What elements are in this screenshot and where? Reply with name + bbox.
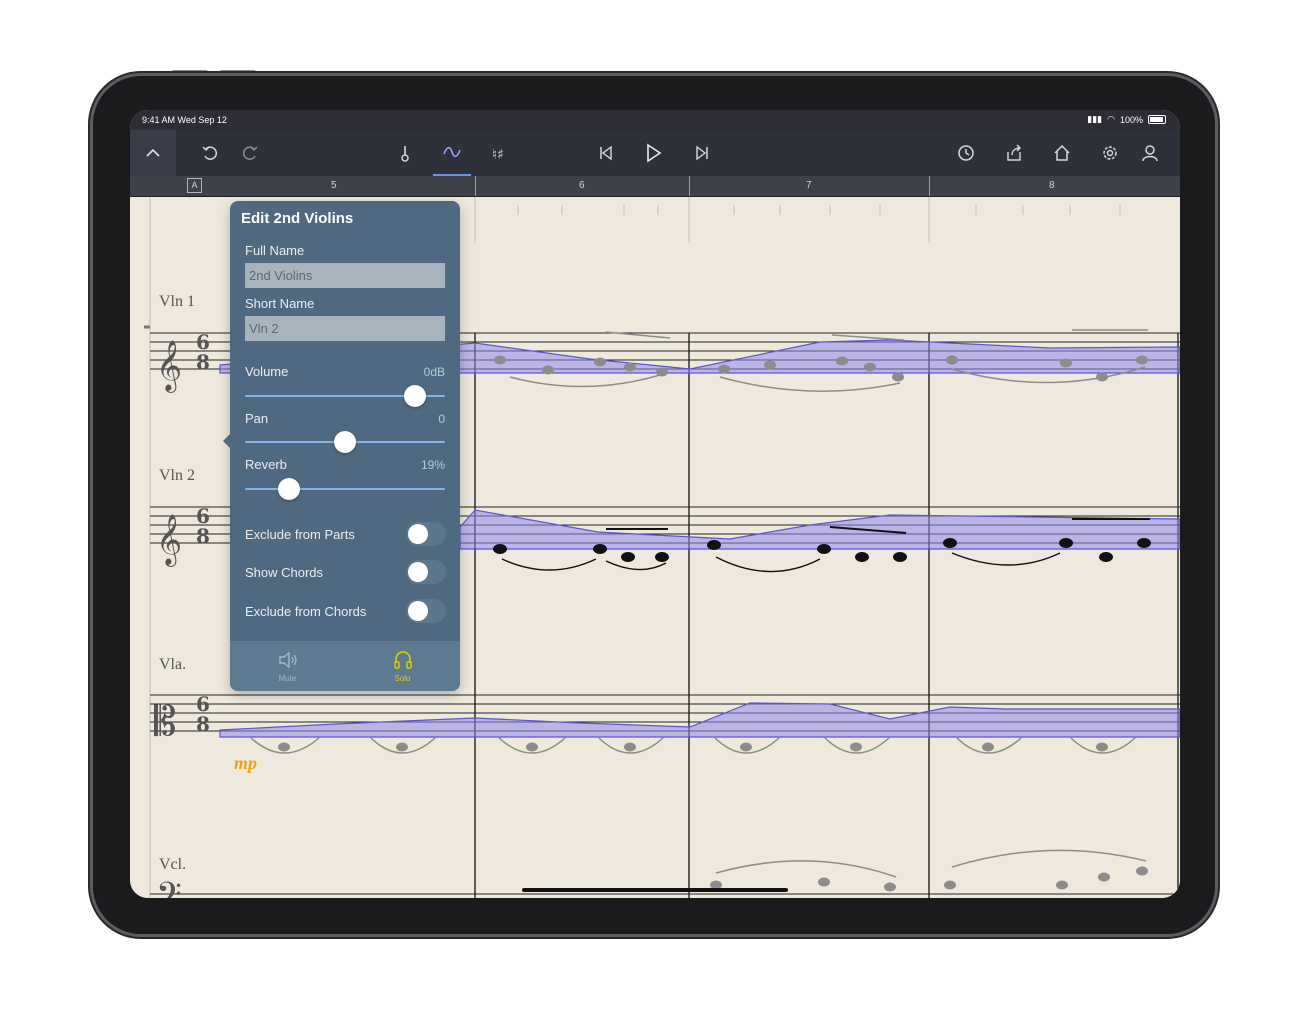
chevron-up-icon[interactable] [130, 130, 176, 176]
measure-number: 8 [1049, 180, 1055, 191]
volume-slider-thumb[interactable] [404, 385, 426, 407]
full-name-field[interactable]: 2nd Violins [245, 263, 445, 288]
toggle-knob [408, 601, 428, 621]
dynamic-marking[interactable]: mp [234, 753, 257, 774]
account-icon[interactable] [1132, 130, 1168, 176]
status-time: 9:41 AM Wed Sep 12 [142, 115, 227, 125]
measure-ruler[interactable]: A 5 6 7 8 [130, 176, 1180, 197]
volume-up-button [172, 70, 208, 74]
panel-footer: Mute Solo [230, 641, 460, 691]
panel-title: Edit 2nd Violins [241, 210, 354, 227]
volume-value: 0dB [423, 365, 445, 379]
svg-text:𝄢: 𝄢 [156, 876, 182, 898]
signal-icon: ▮▮▮ [1087, 114, 1103, 124]
svg-text:𝄡: 𝄡 [154, 699, 176, 745]
staff-label-vln1[interactable]: Vln 1 [159, 293, 195, 311]
measure-number: 6 [579, 180, 585, 191]
pan-label: Pan [245, 411, 269, 426]
staff-label-vcl[interactable]: Vcl. [159, 856, 186, 874]
edit-instrument-panel: Edit 2nd Violins Full Name 2nd Violins S… [223, 201, 460, 691]
redo-icon[interactable] [232, 130, 268, 176]
wifi-icon: ◠ [1107, 114, 1115, 124]
toolbar: ♮♯ [130, 130, 1180, 176]
rehearsal-mark: A [187, 178, 202, 193]
measure-number: 5 [331, 180, 337, 191]
svg-text:8: 8 [196, 712, 210, 736]
history-icon[interactable] [948, 130, 984, 176]
home-indicator[interactable] [522, 888, 788, 892]
short-name-field[interactable]: Vln 2 [245, 316, 445, 341]
solo-button[interactable]: Solo [345, 641, 460, 691]
pan-value: 0 [438, 412, 445, 426]
home-icon[interactable] [1044, 130, 1080, 176]
panel-arrow [223, 433, 231, 449]
reverb-value: 19% [420, 458, 445, 472]
play-icon[interactable] [635, 130, 671, 176]
toggle-knob [408, 562, 428, 582]
full-name-label: Full Name [245, 243, 305, 258]
battery-icon [1148, 115, 1166, 124]
staff-label-vla[interactable]: Vla. [159, 656, 186, 674]
share-icon[interactable] [996, 130, 1032, 176]
exclude-chords-toggle[interactable] [406, 599, 446, 623]
volume-down-button [220, 70, 256, 74]
short-name-label: Short Name [245, 296, 315, 311]
chord-icon[interactable]: ♮♯ [482, 130, 518, 176]
svg-text:𝄞: 𝄞 [156, 340, 182, 393]
battery-percent: 100% [1119, 114, 1143, 125]
undo-icon[interactable] [192, 130, 228, 176]
skip-forward-icon[interactable] [684, 130, 720, 176]
thermometer-icon[interactable] [387, 130, 423, 176]
volume-label: Volume [245, 364, 289, 379]
speaker-icon [278, 651, 297, 669]
headphones-icon [393, 651, 412, 669]
exclude-parts-toggle[interactable] [406, 522, 446, 546]
measure-number: 7 [806, 180, 812, 191]
svg-text:8: 8 [196, 350, 210, 374]
show-chords-label: Show Chords [245, 565, 324, 580]
skip-back-icon[interactable] [588, 130, 624, 176]
pan-slider-thumb[interactable] [334, 431, 356, 453]
svg-text:8: 8 [196, 524, 210, 548]
reverb-slider[interactable] [245, 478, 445, 500]
automation-curve-icon[interactable] [433, 130, 471, 176]
app-screen: 9:41 AM Wed Sep 12 ▮▮▮ ◠ 100% ♮♯ A 5 6 7… [130, 110, 1180, 898]
status-bar: 9:41 AM Wed Sep 12 ▮▮▮ ◠ 100% [130, 110, 1180, 130]
exclude-chords-label: Exclude from Chords [245, 604, 367, 619]
exclude-parts-label: Exclude from Parts [245, 527, 355, 542]
ruler-barline [475, 176, 476, 196]
pan-slider[interactable] [245, 431, 445, 453]
volume-slider[interactable] [245, 385, 445, 407]
mute-button[interactable]: Mute [230, 641, 345, 691]
svg-text:𝄞: 𝄞 [156, 514, 182, 567]
gear-icon[interactable] [1092, 130, 1128, 176]
ruler-barline [689, 176, 690, 196]
show-chords-toggle[interactable] [406, 560, 446, 584]
reverb-label: Reverb [245, 457, 287, 472]
reverb-slider-thumb[interactable] [278, 478, 300, 500]
mute-label: Mute [278, 674, 297, 683]
staff-label-vln2[interactable]: Vln 2 [159, 467, 195, 485]
ruler-barline [929, 176, 930, 196]
svg-text:♮♯: ♮♯ [492, 147, 504, 163]
toggle-knob [408, 524, 428, 544]
status-right: ▮▮▮ ◠ 100% [1087, 114, 1166, 125]
solo-label: Solo [394, 674, 411, 683]
